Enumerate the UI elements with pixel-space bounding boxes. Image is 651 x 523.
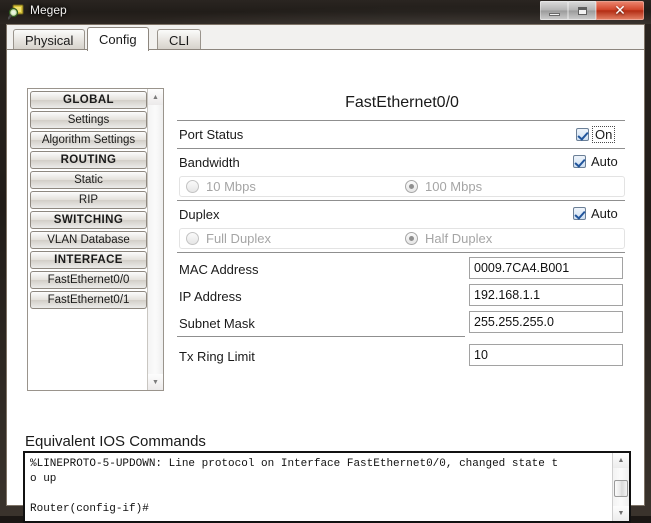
maximize-button[interactable] (568, 1, 596, 20)
config-tab-panel: GLOBAL Settings Algorithm Settings ROUTI… (7, 49, 644, 523)
sidebar-item-settings[interactable]: Settings (30, 111, 147, 129)
radio-icon (186, 180, 199, 193)
subnet-mask-label: Subnet Mask (179, 316, 255, 331)
duplex-option-full[interactable]: Full Duplex (186, 231, 271, 246)
sidebar-item-fastethernet0-1[interactable]: FastEthernet0/1 (30, 291, 147, 309)
sidebar-item-routing[interactable]: ROUTING (30, 151, 147, 169)
mac-address-field[interactable] (469, 257, 623, 279)
sidebar-item-global[interactable]: GLOBAL (30, 91, 147, 109)
interface-config-panel: FastEthernet0/0 Port Status On Bandwidth… (177, 88, 627, 403)
sidebar-scrollbar[interactable]: ▲ ▼ (147, 89, 163, 390)
checkbox-icon (576, 128, 589, 141)
scrollbar-thumb[interactable] (614, 480, 628, 497)
ios-commands-title: Equivalent IOS Commands (25, 433, 206, 450)
scroll-down-icon[interactable]: ▼ (613, 506, 629, 521)
sidebar-item-label: Algorithm Settings (41, 134, 136, 146)
port-status-label: Port Status (179, 127, 244, 142)
bandwidth-radio-group: 10 Mbps 100 Mbps (179, 176, 625, 197)
divider (177, 336, 465, 337)
magnifier-icon (8, 4, 24, 20)
sidebar-item-algorithm-settings[interactable]: Algorithm Settings (30, 131, 147, 149)
port-status-checkbox[interactable]: On (576, 126, 616, 143)
divider (177, 120, 625, 121)
duplex-option-label: Full Duplex (206, 231, 272, 246)
port-status-checkbox-label: On (592, 126, 616, 143)
minimize-button[interactable] (540, 1, 568, 20)
duplex-auto-checkbox[interactable]: Auto (573, 206, 618, 221)
scroll-up-icon[interactable]: ▲ (148, 89, 163, 105)
divider (177, 252, 625, 253)
close-button[interactable]: ✕ (596, 1, 644, 20)
tab-strip: Physical Config CLI (7, 25, 644, 51)
bandwidth-auto-checkbox[interactable]: Auto (573, 154, 618, 169)
page-title: FastEthernet0/0 (345, 94, 459, 111)
divider (177, 148, 625, 149)
tx-ring-limit-field[interactable] (469, 344, 623, 366)
scroll-up-icon[interactable]: ▲ (613, 453, 629, 468)
sidebar-item-vlan-database[interactable]: VLAN Database (30, 231, 147, 249)
sidebar-item-label: VLAN Database (47, 234, 130, 246)
bandwidth-option-100mbps[interactable]: 100 Mbps (405, 179, 482, 194)
sidebar-item-static[interactable]: Static (30, 171, 147, 189)
radio-icon (186, 232, 199, 245)
sidebar-item-rip[interactable]: RIP (30, 191, 147, 209)
sidebar-item-label: RIP (78, 194, 99, 206)
sidebar-item-label: FastEthernet0/0 (47, 274, 130, 286)
client-area: Physical Config CLI GLOBAL Settings Algo… (6, 24, 645, 523)
bandwidth-option-label: 100 Mbps (425, 179, 483, 194)
close-icon: ✕ (614, 2, 626, 19)
sidebar-list: GLOBAL Settings Algorithm Settings ROUTI… (28, 89, 148, 390)
sidebar-item-interface[interactable]: INTERFACE (30, 251, 147, 269)
sidebar-item-label: ROUTING (60, 154, 117, 166)
duplex-label: Duplex (179, 207, 220, 222)
ios-commands-scrollbar[interactable]: ▲ ▼ (612, 453, 629, 521)
radio-icon-selected (405, 180, 418, 193)
sidebar-item-label: SWITCHING (53, 214, 124, 226)
checkbox-icon (573, 155, 586, 168)
ios-commands-box: %LINEPROTO-5-UPDOWN: Line protocol on In… (23, 451, 631, 523)
tx-ring-limit-label: Tx Ring Limit (179, 349, 255, 364)
ios-commands-text: %LINEPROTO-5-UPDOWN: Line protocol on In… (30, 458, 559, 515)
ip-address-label: IP Address (179, 289, 242, 304)
tab-physical-label: Physical (25, 32, 74, 48)
divider (177, 200, 625, 201)
sidebar-item-switching[interactable]: SWITCHING (30, 211, 147, 229)
bandwidth-option-10mbps[interactable]: 10 Mbps (186, 179, 256, 194)
duplex-auto-label: Auto (591, 206, 618, 221)
bandwidth-auto-label: Auto (591, 154, 618, 169)
ip-address-field[interactable] (469, 284, 623, 306)
title-bar: Megep ✕ (0, 0, 651, 24)
tab-config-label: Config (99, 32, 137, 47)
config-sidebar: GLOBAL Settings Algorithm Settings ROUTI… (27, 88, 164, 391)
bandwidth-option-label: 10 Mbps (206, 179, 256, 194)
scroll-down-icon[interactable]: ▼ (148, 374, 163, 390)
bandwidth-label: Bandwidth (179, 155, 240, 170)
duplex-radio-group: Full Duplex Half Duplex (179, 228, 625, 249)
tab-config[interactable]: Config (87, 27, 149, 51)
tab-cli-label: CLI (169, 32, 190, 48)
duplex-option-label: Half Duplex (425, 231, 493, 246)
subnet-mask-field[interactable] (469, 311, 623, 333)
sidebar-item-label: Static (74, 174, 103, 186)
sidebar-item-fastethernet0-0[interactable]: FastEthernet0/0 (30, 271, 147, 289)
window-title: Megep (30, 3, 67, 17)
sidebar-item-label: FastEthernet0/1 (47, 294, 130, 306)
checkbox-icon (573, 207, 586, 220)
mac-address-label: MAC Address (179, 262, 259, 277)
sidebar-item-label: INTERFACE (54, 254, 123, 266)
tab-physical[interactable]: Physical (13, 29, 86, 50)
application-window: Megep ✕ Physical Config CLI GLOBAL Setti… (0, 0, 651, 523)
sidebar-item-label: Settings (67, 114, 110, 126)
sidebar-item-label: GLOBAL (63, 94, 114, 106)
duplex-option-half[interactable]: Half Duplex (405, 231, 492, 246)
tab-cli[interactable]: CLI (157, 29, 202, 50)
radio-icon-selected (405, 232, 418, 245)
